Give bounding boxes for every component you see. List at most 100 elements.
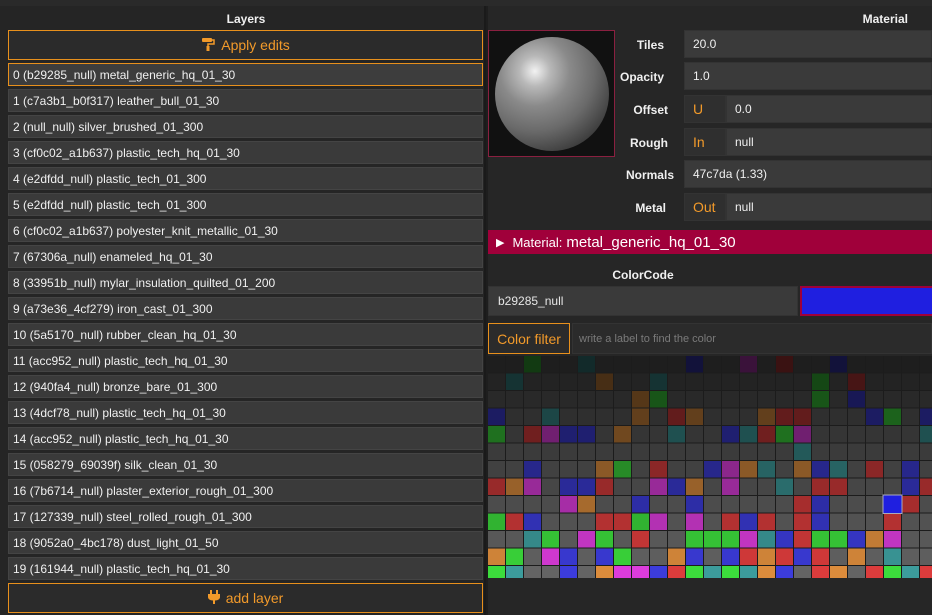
palette-cell[interactable] bbox=[596, 443, 613, 461]
palette-cell[interactable] bbox=[758, 356, 775, 373]
palette-cell[interactable] bbox=[902, 478, 919, 496]
palette-cell[interactable] bbox=[578, 373, 595, 391]
palette-cell[interactable] bbox=[776, 461, 793, 478]
palette-cell[interactable] bbox=[632, 478, 649, 496]
palette-cell[interactable] bbox=[866, 478, 883, 496]
palette-cell[interactable] bbox=[596, 548, 613, 566]
palette-cell[interactable] bbox=[740, 566, 757, 578]
palette-cell[interactable] bbox=[596, 356, 613, 373]
layer-item[interactable]: 1 (c7a3b1_b0f317) leather_bull_01_30 bbox=[8, 89, 483, 112]
palette-cell[interactable] bbox=[488, 566, 505, 578]
palette-cell[interactable] bbox=[506, 513, 523, 531]
palette-cell[interactable] bbox=[884, 373, 901, 391]
palette-cell[interactable] bbox=[524, 496, 541, 513]
palette-cell[interactable] bbox=[650, 478, 667, 496]
palette-cell[interactable] bbox=[506, 461, 523, 478]
palette-cell[interactable] bbox=[596, 566, 613, 578]
palette-cell[interactable] bbox=[902, 461, 919, 478]
palette-cell[interactable] bbox=[722, 496, 739, 513]
palette-cell[interactable] bbox=[686, 513, 703, 531]
palette-cell[interactable] bbox=[650, 426, 667, 443]
palette-cell[interactable] bbox=[668, 531, 685, 548]
palette-cell[interactable] bbox=[578, 566, 595, 578]
palette-cell[interactable] bbox=[506, 408, 523, 426]
palette-cell[interactable] bbox=[902, 443, 919, 461]
palette-cell[interactable] bbox=[812, 391, 829, 408]
palette-cell[interactable] bbox=[902, 496, 919, 513]
palette-cell[interactable] bbox=[650, 356, 667, 373]
palette-cell[interactable] bbox=[758, 496, 775, 513]
palette-cell[interactable] bbox=[704, 426, 721, 443]
palette-cell[interactable] bbox=[524, 566, 541, 578]
palette-cell[interactable] bbox=[722, 531, 739, 548]
palette-cell[interactable] bbox=[812, 408, 829, 426]
palette-cell[interactable] bbox=[542, 513, 559, 531]
palette-cell[interactable] bbox=[884, 548, 901, 566]
palette-cell[interactable] bbox=[560, 548, 577, 566]
palette-cell[interactable] bbox=[614, 548, 631, 566]
palette-cell[interactable] bbox=[506, 373, 523, 391]
layer-item[interactable]: 10 (5a5170_null) rubber_clean_hq_01_30 bbox=[8, 323, 483, 346]
palette-cell[interactable] bbox=[902, 408, 919, 426]
palette-cell[interactable] bbox=[812, 548, 829, 566]
palette-cell[interactable] bbox=[920, 566, 932, 578]
palette-cell[interactable] bbox=[776, 391, 793, 408]
palette-cell[interactable] bbox=[614, 408, 631, 426]
palette-cell[interactable] bbox=[596, 496, 613, 513]
palette-cell[interactable] bbox=[920, 478, 932, 496]
palette-cell[interactable] bbox=[686, 496, 703, 513]
palette-cell[interactable] bbox=[668, 496, 685, 513]
palette-cell[interactable] bbox=[668, 443, 685, 461]
palette-cell[interactable] bbox=[884, 531, 901, 548]
palette-cell[interactable] bbox=[488, 496, 505, 513]
material-collapsible-header[interactable]: ▶ Material: metal_generic_hq_01_30 bbox=[488, 230, 932, 254]
layer-item[interactable]: 13 (4dcf78_null) plastic_tech_hq_01_30 bbox=[8, 401, 483, 424]
palette-cell[interactable] bbox=[848, 566, 865, 578]
palette-cell[interactable] bbox=[614, 443, 631, 461]
palette-cell[interactable] bbox=[650, 566, 667, 578]
palette-cell[interactable] bbox=[848, 548, 865, 566]
palette-cell[interactable] bbox=[830, 513, 847, 531]
palette-cell[interactable] bbox=[794, 531, 811, 548]
layer-item[interactable]: 4 (e2dfdd_null) plastic_tech_01_300 bbox=[8, 167, 483, 190]
palette-cell[interactable] bbox=[920, 373, 932, 391]
palette-cell[interactable] bbox=[866, 496, 883, 513]
palette-cell[interactable] bbox=[686, 443, 703, 461]
palette-cell[interactable] bbox=[884, 566, 901, 578]
palette-cell[interactable] bbox=[866, 408, 883, 426]
palette-cell[interactable] bbox=[632, 496, 649, 513]
palette-cell[interactable] bbox=[794, 408, 811, 426]
palette-cell[interactable] bbox=[704, 478, 721, 496]
palette-cell[interactable] bbox=[488, 426, 505, 443]
palette-cell[interactable] bbox=[542, 356, 559, 373]
palette-cell[interactable] bbox=[830, 443, 847, 461]
palette-cell[interactable] bbox=[650, 408, 667, 426]
palette-cell[interactable] bbox=[542, 566, 559, 578]
layer-item[interactable]: 8 (33951b_null) mylar_insulation_quilted… bbox=[8, 271, 483, 294]
palette-cell[interactable] bbox=[884, 426, 901, 443]
layer-item[interactable]: 16 (7b6714_null) plaster_exterior_rough_… bbox=[8, 479, 483, 502]
palette-cell[interactable] bbox=[740, 548, 757, 566]
palette-cell[interactable] bbox=[506, 443, 523, 461]
palette-cell[interactable] bbox=[740, 443, 757, 461]
palette-cell[interactable] bbox=[542, 478, 559, 496]
layer-item[interactable]: 12 (940fa4_null) bronze_bare_01_300 bbox=[8, 375, 483, 398]
palette-cell[interactable] bbox=[686, 408, 703, 426]
palette-cell[interactable] bbox=[848, 426, 865, 443]
palette-cell[interactable] bbox=[668, 408, 685, 426]
palette-cell[interactable] bbox=[902, 548, 919, 566]
palette-cell[interactable] bbox=[704, 443, 721, 461]
palette-cell[interactable] bbox=[830, 356, 847, 373]
palette-cell[interactable] bbox=[740, 513, 757, 531]
palette-cell[interactable] bbox=[740, 478, 757, 496]
palette-cell[interactable] bbox=[650, 496, 667, 513]
palette-cell[interactable] bbox=[686, 426, 703, 443]
palette-cell[interactable] bbox=[776, 531, 793, 548]
palette-cell[interactable] bbox=[740, 373, 757, 391]
palette-cell[interactable] bbox=[758, 408, 775, 426]
palette-cell[interactable] bbox=[830, 496, 847, 513]
palette-cell[interactable] bbox=[812, 513, 829, 531]
palette-cell[interactable] bbox=[524, 461, 541, 478]
palette-cell[interactable] bbox=[506, 356, 523, 373]
palette-cell[interactable] bbox=[578, 478, 595, 496]
